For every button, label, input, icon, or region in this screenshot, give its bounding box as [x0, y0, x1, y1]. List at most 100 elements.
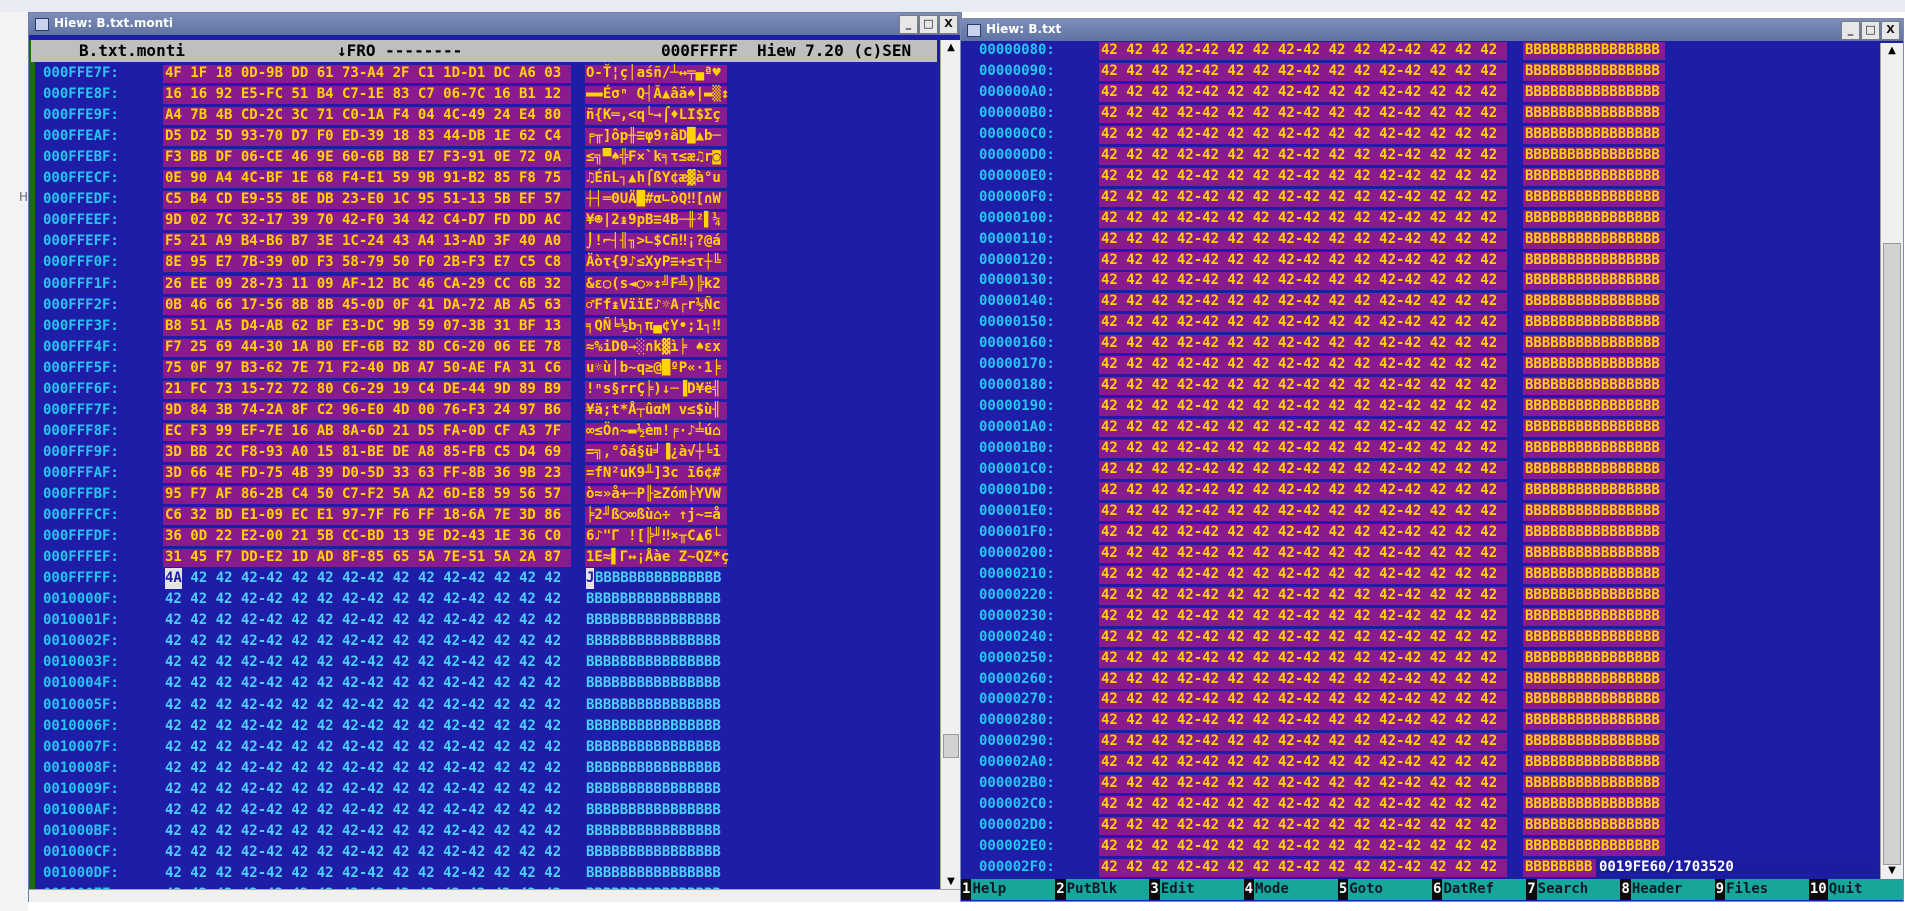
- hex-row[interactable]: 0010007F: 42 42 42 42-42 42 42 42-42 42 4…: [29, 737, 929, 758]
- hex-row[interactable]: 000000D0: 42 42 42 42-42 42 42 42-42 42 4…: [961, 145, 1879, 166]
- hex-row[interactable]: 000FFFDF: 36 0D 22 E2-00 21 5B CC-BD 13 9…: [29, 526, 929, 547]
- scroll-up-arrow-icon[interactable]: ▲: [1881, 43, 1903, 59]
- hex-row[interactable]: 000FFF4F: F7 25 69 44-30 1A B0 EF-6B B2 8…: [29, 337, 929, 358]
- hex-row[interactable]: 00000290: 42 42 42 42-42 42 42 42-42 42 4…: [961, 731, 1879, 752]
- hex-row[interactable]: 000FFEAF: D5 D2 5D 93-70 D7 F0 ED-39 18 8…: [29, 126, 929, 147]
- hex-row[interactable]: 0010006F: 42 42 42 42-42 42 42 42-42 42 4…: [29, 716, 929, 737]
- hex-row[interactable]: 000FFF2F: 0B 46 66 17-56 8B 8B 45-0D 0F 4…: [29, 295, 929, 316]
- hex-row[interactable]: 000FFF1F: 26 EE 09 28-73 11 09 AF-12 BC 4…: [29, 274, 929, 295]
- hiew-window-btxt[interactable]: Hiew: B.txt _ □ X 00000080: 42 42 42 42-4…: [960, 18, 1904, 902]
- hex-row[interactable]: 000002F0: 42 42 42 42-42 42 42 42-42 42 4…: [961, 857, 1879, 879]
- hex-row[interactable]: 00000190: 42 42 42 42-42 42 42 42-42 42 4…: [961, 396, 1879, 417]
- function-key-bar[interactable]: 1 Help 2 PutBlk 3 Edit 4 Mode 5 Goto 6 DatRef 7 Searc…: [961, 879, 1904, 900]
- minimize-button[interactable]: _: [1841, 21, 1860, 40]
- hex-row[interactable]: 00000170: 42 42 42 42-42 42 42 42-42 42 4…: [961, 354, 1879, 375]
- hex-row[interactable]: 000FFF6F: 21 FC 73 15-72 72 80 C6-29 19 C…: [29, 379, 929, 400]
- hex-row[interactable]: 00000090: 42 42 42 42-42 42 42 42-42 42 4…: [961, 61, 1879, 82]
- hex-row[interactable]: 000FFEBF: F3 BB DF 06-CE 46 9E 60-6B B8 E…: [29, 147, 929, 168]
- hex-row[interactable]: 00000130: 42 42 42 42-42 42 42 42-42 42 4…: [961, 270, 1879, 291]
- close-button[interactable]: X: [939, 15, 958, 34]
- hex-row[interactable]: 00000160: 42 42 42 42-42 42 42 42-42 42 4…: [961, 333, 1879, 354]
- fkey-header[interactable]: 8 Header: [1620, 879, 1715, 900]
- hex-row[interactable]: 00000230: 42 42 42 42-42 42 42 42-42 42 4…: [961, 606, 1879, 627]
- hex-row[interactable]: 0010003F: 42 42 42 42-42 42 42 42-42 42 4…: [29, 652, 929, 673]
- fkey-goto[interactable]: 5 Goto: [1337, 879, 1433, 900]
- scroll-thumb[interactable]: [943, 734, 959, 758]
- hex-row[interactable]: 00000140: 42 42 42 42-42 42 42 42-42 42 4…: [961, 291, 1879, 312]
- hex-row[interactable]: 000FFE8F: 16 16 92 E5-FC 51 B4 C7-1E 83 C…: [29, 84, 929, 105]
- cursor-byte[interactable]: 4A: [165, 568, 182, 590]
- hex-row[interactable]: 000001F0: 42 42 42 42-42 42 42 42-42 42 4…: [961, 522, 1879, 543]
- scroll-down-arrow-icon[interactable]: ▼: [1881, 863, 1903, 879]
- hex-row[interactable]: 000FFE7F: 4F 1F 18 0D-9B DD 61 73-A4 2F C…: [29, 63, 929, 84]
- hex-row[interactable]: 000002E0: 42 42 42 42-42 42 42 42-42 42 4…: [961, 836, 1879, 857]
- hex-row[interactable]: 0010000F: 42 42 42 42-42 42 42 42-42 42 4…: [29, 589, 929, 610]
- hex-row[interactable]: 0010005F: 42 42 42 42-42 42 42 42-42 42 4…: [29, 695, 929, 716]
- hex-row[interactable]: 00000120: 42 42 42 42-42 42 42 42-42 42 4…: [961, 250, 1879, 271]
- hex-row[interactable]: 000FFECF: 0E 90 A4 4C-BF 1E 68 F4-E1 59 9…: [29, 168, 929, 189]
- hex-row[interactable]: 000FFEDF: C5 B4 CD E9-55 8E DB 23-E0 1C 9…: [29, 189, 929, 210]
- hex-row[interactable]: 00000270: 42 42 42 42-42 42 42 42-42 42 4…: [961, 689, 1879, 710]
- hex-row[interactable]: 000FFF5F: 75 0F 97 B3-62 7E 71 F2-40 DB A…: [29, 358, 929, 379]
- hex-row[interactable]: 001000DF: 42 42 42 42-42 42 42 42-42 42 4…: [29, 863, 929, 884]
- hex-row[interactable]: 000FFF8F: EC F3 99 EF-7E 16 AB 8A-6D 21 D…: [29, 421, 929, 442]
- fkey-edit[interactable]: 3 Edit: [1149, 879, 1244, 900]
- hex-row[interactable]: 00000180: 42 42 42 42-42 42 42 42-42 42 4…: [961, 375, 1879, 396]
- hex-row[interactable]: 000001A0: 42 42 42 42-42 42 42 42-42 42 4…: [961, 417, 1879, 438]
- hex-row[interactable]: 00000250: 42 42 42 42-42 42 42 42-42 42 4…: [961, 648, 1879, 669]
- hex-row[interactable]: 000001D0: 42 42 42 42-42 42 42 42-42 42 4…: [961, 480, 1879, 501]
- hex-row[interactable]: 00000110: 42 42 42 42-42 42 42 42-42 42 4…: [961, 229, 1879, 250]
- hex-row[interactable]: 000002C0: 42 42 42 42-42 42 42 42-42 42 4…: [961, 794, 1879, 815]
- vertical-scrollbar[interactable]: ▲ ▼: [940, 40, 961, 890]
- hex-row[interactable]: 000002B0: 42 42 42 42-42 42 42 42-42 42 4…: [961, 773, 1879, 794]
- hex-row[interactable]: 000FFEFF: F5 21 A9 B4-B6 B7 3E 1C-24 43 A…: [29, 231, 929, 252]
- hex-row[interactable]: 000FFF9F: 3D BB 2C F8-93 A0 15 81-BE DE A…: [29, 442, 929, 463]
- hex-row[interactable]: 000001E0: 42 42 42 42-42 42 42 42-42 42 4…: [961, 501, 1879, 522]
- hex-row[interactable]: 000000A0: 42 42 42 42-42 42 42 42-42 42 4…: [961, 82, 1879, 103]
- hex-row[interactable]: 001000AF: 42 42 42 42-42 42 42 42-42 42 4…: [29, 800, 929, 821]
- hex-row[interactable]: 000FFF0F: 8E 95 E7 7B-39 0D F3 58-79 50 F…: [29, 252, 929, 273]
- hex-row[interactable]: 00000150: 42 42 42 42-42 42 42 42-42 42 4…: [961, 312, 1879, 333]
- hex-row[interactable]: 000FFF3F: B8 51 A5 D4-AB 62 BF E3-DC 9B 5…: [29, 316, 929, 337]
- hex-row[interactable]: 000002D0: 42 42 42 42-42 42 42 42-42 42 4…: [961, 815, 1879, 836]
- hex-row[interactable]: 000000B0: 42 42 42 42-42 42 42 42-42 42 4…: [961, 103, 1879, 124]
- hex-row[interactable]: 000000C0: 42 42 42 42-42 42 42 42-42 42 4…: [961, 124, 1879, 145]
- fkey-help[interactable]: 1 Help: [961, 879, 1056, 900]
- hex-row[interactable]: 000000F0: 42 42 42 42-42 42 42 42-42 42 4…: [961, 187, 1879, 208]
- hiew-window-monti[interactable]: Hiew: B.txt.monti _ □ X B.txt.monti ↓FRO…: [28, 12, 962, 902]
- hex-row[interactable]: 000FFFFF: 4A 42 42 42-42 42 42 42-42 42 4…: [29, 568, 929, 590]
- hex-row[interactable]: 00000280: 42 42 42 42-42 42 42 42-42 42 4…: [961, 710, 1879, 731]
- hex-row[interactable]: 000FFFBF: 95 F7 AF 86-2B C4 50 C7-F2 5A A…: [29, 484, 929, 505]
- vertical-scrollbar[interactable]: ▲ ▼: [1880, 43, 1903, 879]
- hex-row[interactable]: 000FFE9F: A4 7B 4B CD-2C 3C 71 C0-1A F4 0…: [29, 105, 929, 126]
- scroll-up-arrow-icon[interactable]: ▲: [941, 40, 961, 56]
- hex-row[interactable]: 000000E0: 42 42 42 42-42 42 42 42-42 42 4…: [961, 166, 1879, 187]
- fkey-mode[interactable]: 4 Mode: [1243, 879, 1338, 900]
- hex-row[interactable]: 000FFFCF: C6 32 BD E1-09 EC E1 97-7F F6 F…: [29, 505, 929, 526]
- hex-row[interactable]: 0010004F: 42 42 42 42-42 42 42 42-42 42 4…: [29, 673, 929, 694]
- window-titlebar[interactable]: Hiew: B.txt _ □ X: [961, 19, 1903, 41]
- hex-row[interactable]: 0010008F: 42 42 42 42-42 42 42 42-42 42 4…: [29, 758, 929, 779]
- hex-row[interactable]: 000001B0: 42 42 42 42-42 42 42 42-42 42 4…: [961, 438, 1879, 459]
- cursor-char[interactable]: J: [586, 568, 595, 590]
- fkey-datref[interactable]: 6 DatRef: [1432, 879, 1527, 900]
- fkey-quit[interactable]: 10 Quit: [1808, 879, 1904, 900]
- hex-row[interactable]: 000002A0: 42 42 42 42-42 42 42 42-42 42 4…: [961, 752, 1879, 773]
- hex-row[interactable]: 00000260: 42 42 42 42-42 42 42 42-42 42 4…: [961, 669, 1879, 690]
- hex-row[interactable]: 001000BF: 42 42 42 42-42 42 42 42-42 42 4…: [29, 821, 929, 842]
- hex-row[interactable]: 000FFEEF: 9D 02 7C 32-17 39 70 42-F0 34 4…: [29, 210, 929, 231]
- hex-row[interactable]: 00000100: 42 42 42 42-42 42 42 42-42 42 4…: [961, 208, 1879, 229]
- hex-row[interactable]: 00000240: 42 42 42 42-42 42 42 42-42 42 4…: [961, 627, 1879, 648]
- horizontal-scrollbar[interactable]: [29, 889, 961, 902]
- hex-row[interactable]: 00000220: 42 42 42 42-42 42 42 42-42 42 4…: [961, 585, 1879, 606]
- hex-row[interactable]: 0010001F: 42 42 42 42-42 42 42 42-42 42 4…: [29, 610, 929, 631]
- hex-row[interactable]: 0010002F: 42 42 42 42-42 42 42 42-42 42 4…: [29, 631, 929, 652]
- maximize-button[interactable]: □: [919, 15, 938, 34]
- window-titlebar[interactable]: Hiew: B.txt.monti _ □ X: [29, 13, 961, 35]
- hex-row[interactable]: 001000CF: 42 42 42 42-42 42 42 42-42 42 4…: [29, 842, 929, 863]
- hex-row[interactable]: 000FFFEF: 31 45 F7 DD-E2 1D AD 8F-85 65 5…: [29, 547, 929, 568]
- fkey-files[interactable]: 9 Files: [1714, 879, 1809, 900]
- hex-row[interactable]: 00000210: 42 42 42 42-42 42 42 42-42 42 4…: [961, 564, 1879, 585]
- minimize-button[interactable]: _: [899, 15, 918, 34]
- maximize-button[interactable]: □: [1861, 21, 1880, 40]
